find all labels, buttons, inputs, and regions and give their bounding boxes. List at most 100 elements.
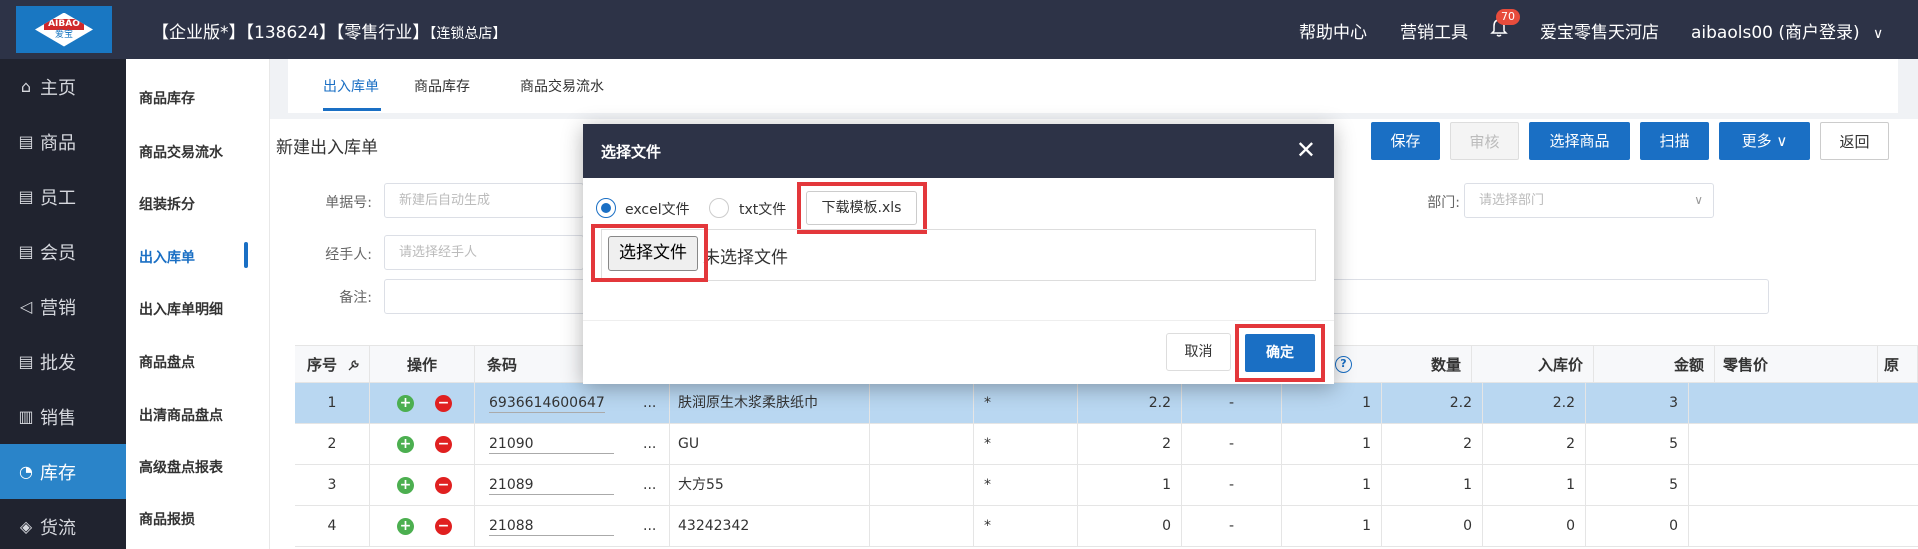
add-row-icon[interactable]: + [397,518,414,535]
user-menu[interactable]: aibaols00 (商户登录) ∨ [1691,18,1883,43]
row-barcode[interactable]: 21089 [475,465,670,506]
close-icon[interactable]: ✕ [1296,136,1316,164]
more-button[interactable]: 更多 ∨ [1719,122,1810,160]
row-retail: 3 [1586,383,1689,424]
back-button[interactable]: 返回 [1820,122,1889,160]
submenu-item-clearance[interactable]: 出清商品盘点 [139,405,223,425]
nav-item-sales[interactable]: ▥ 销售 [0,389,126,444]
nav-item-wholesale[interactable]: ▤ 批发 [0,334,126,389]
wrench-icon[interactable] [346,359,360,373]
page-title: 新建出入库单 [276,138,378,158]
barcode-value: 21088 [489,517,614,536]
tab-stock[interactable]: 商品库存 [414,76,470,96]
help-center-link[interactable]: 帮助中心 [1299,18,1367,43]
table-row[interactable]: 1 + − 6936614600647 ... 肤润原生木浆柔肤纸巾 * 2.2… [295,383,1918,424]
sales-icon: ▥ [18,406,34,426]
submenu-item-stock[interactable]: 商品库存 [139,88,195,108]
row-in-price[interactable]: 2 [1382,424,1483,465]
top-bar: AIBAO 爱宝 【企业版*】【138624】【零售行业】【连锁总店】 帮助中心… [0,0,1918,59]
wholesale-icon: ▤ [18,351,34,371]
nav-item-marketing[interactable]: ◁ 营销 [0,279,126,334]
add-row-icon[interactable]: + [397,477,414,494]
row-qty[interactable]: 1 [1282,424,1382,465]
row-amount[interactable]: 2 [1483,424,1586,465]
select-goods-button[interactable]: 选择商品 [1529,122,1630,160]
row-no: 2 [295,424,370,465]
nav-label: 库存 [40,462,76,484]
row-amount[interactable]: 1 [1483,465,1586,506]
submenu-item-inout[interactable]: 出入库单 [139,247,195,267]
nav-item-home[interactable]: ⌂ 主页 [0,59,126,114]
scan-button[interactable]: 扫描 [1640,122,1709,160]
handler-input[interactable]: 请选择经手人 [384,235,584,270]
table-row[interactable]: 4 + − 21088 ... 43242342 * 0 - 1 0 0 0 [295,506,1918,547]
company-sub: 【连锁总店】 [429,26,507,42]
row-in-price[interactable]: 0 [1382,506,1483,547]
add-row-icon[interactable]: + [397,395,414,412]
submenu-item-advanced-report[interactable]: 高级盘点报表 [139,457,223,477]
tab-inout[interactable]: 出入库单 [323,76,379,96]
store-name[interactable]: 爱宝零售天河店 [1540,18,1659,43]
nav-item-staff[interactable]: ▤ 员工 [0,169,126,224]
submenu-item-inout-detail[interactable]: 出入库单明细 [139,299,223,319]
radio-txt[interactable] [709,198,729,218]
dept-select[interactable]: 请选择部门 ∨ [1464,183,1714,218]
col-header-in-price: 入库价 [1472,345,1594,383]
row-in-price[interactable]: 2.2 [1382,383,1483,424]
dept-placeholder: 请选择部门 [1479,193,1545,208]
row-retail: 5 [1586,465,1689,506]
nav-item-inventory[interactable]: ◔ 库存 [0,444,126,499]
cancel-button[interactable]: 取消 [1166,333,1231,371]
row-star: * [974,465,1078,506]
row-ellipsis[interactable]: ... [643,424,670,465]
home-icon: ⌂ [20,76,32,96]
aibao-logo[interactable]: AIBAO 爱宝 [16,6,112,53]
col-header-original: 原 [1878,345,1918,383]
select-file-dialog: 选择文件 ✕ excel文件 txt文件 下载模板.xls 选择文件 未选择文件… [583,124,1334,384]
row-ellipsis[interactable]: ... [643,465,670,506]
row-dash: - [1182,424,1282,465]
row-ellipsis[interactable]: ... [643,383,670,424]
row-barcode[interactable]: 21088 [475,506,670,547]
submenu-item-transactions[interactable]: 商品交易流水 [139,142,223,162]
row-ellipsis[interactable]: ... [643,506,670,547]
tab-transactions[interactable]: 商品交易流水 [520,76,604,96]
chevron-down-icon: ∨ [1873,26,1884,42]
row-in-price[interactable]: 1 [1382,465,1483,506]
save-button[interactable]: 保存 [1371,122,1440,160]
order-no-input[interactable]: 新建后自动生成 [384,183,584,218]
nav-item-member[interactable]: ▤ 会员 [0,224,126,279]
row-qty[interactable]: 1 [1282,465,1382,506]
table-row[interactable]: 3 + − 21089 ... 大方55 * 1 - 1 1 1 5 [295,465,1918,506]
radio-txt-label[interactable]: txt文件 [739,199,786,219]
radio-excel-label[interactable]: excel文件 [625,199,690,219]
nav-item-logistics[interactable]: ◈ 货流 [0,499,126,549]
audit-button[interactable]: 审核 [1450,122,1519,160]
marketing-tools-link[interactable]: 营销工具 [1400,18,1468,43]
nav-label: 员工 [40,187,76,209]
nav-item-goods[interactable]: ▤ 商品 [0,114,126,169]
help-circle-icon[interactable]: ? [1335,356,1352,373]
add-row-icon[interactable]: + [397,436,414,453]
row-amount[interactable]: 0 [1483,506,1586,547]
row-barcode[interactable]: 6936614600647 [475,383,670,424]
row-star: * [974,424,1078,465]
table-row[interactable]: 2 + − 21090 ... GU * 2 - 1 2 2 5 [295,424,1918,465]
row-qty[interactable]: 1 [1282,383,1382,424]
col-header-qty: 数量 [1372,345,1472,383]
submenu-item-loss[interactable]: 商品报损 [139,509,195,529]
row-dash: - [1182,506,1282,547]
remove-row-icon[interactable]: − [435,477,452,494]
remove-row-icon[interactable]: − [435,518,452,535]
row-qty[interactable]: 1 [1282,506,1382,547]
dialog-header: 选择文件 ✕ [583,124,1334,178]
radio-excel[interactable] [596,198,616,218]
tab-bar: 出入库单 商品库存 商品交易流水 [288,59,1898,113]
row-barcode[interactable]: 21090 [475,424,670,465]
submenu-item-stocktake[interactable]: 商品盘点 [139,352,195,372]
submenu-item-assembly[interactable]: 组装拆分 [139,194,195,214]
row-amount[interactable]: 2.2 [1483,383,1586,424]
remove-row-icon[interactable]: − [435,395,452,412]
remove-row-icon[interactable]: − [435,436,452,453]
row-empty [870,383,974,424]
